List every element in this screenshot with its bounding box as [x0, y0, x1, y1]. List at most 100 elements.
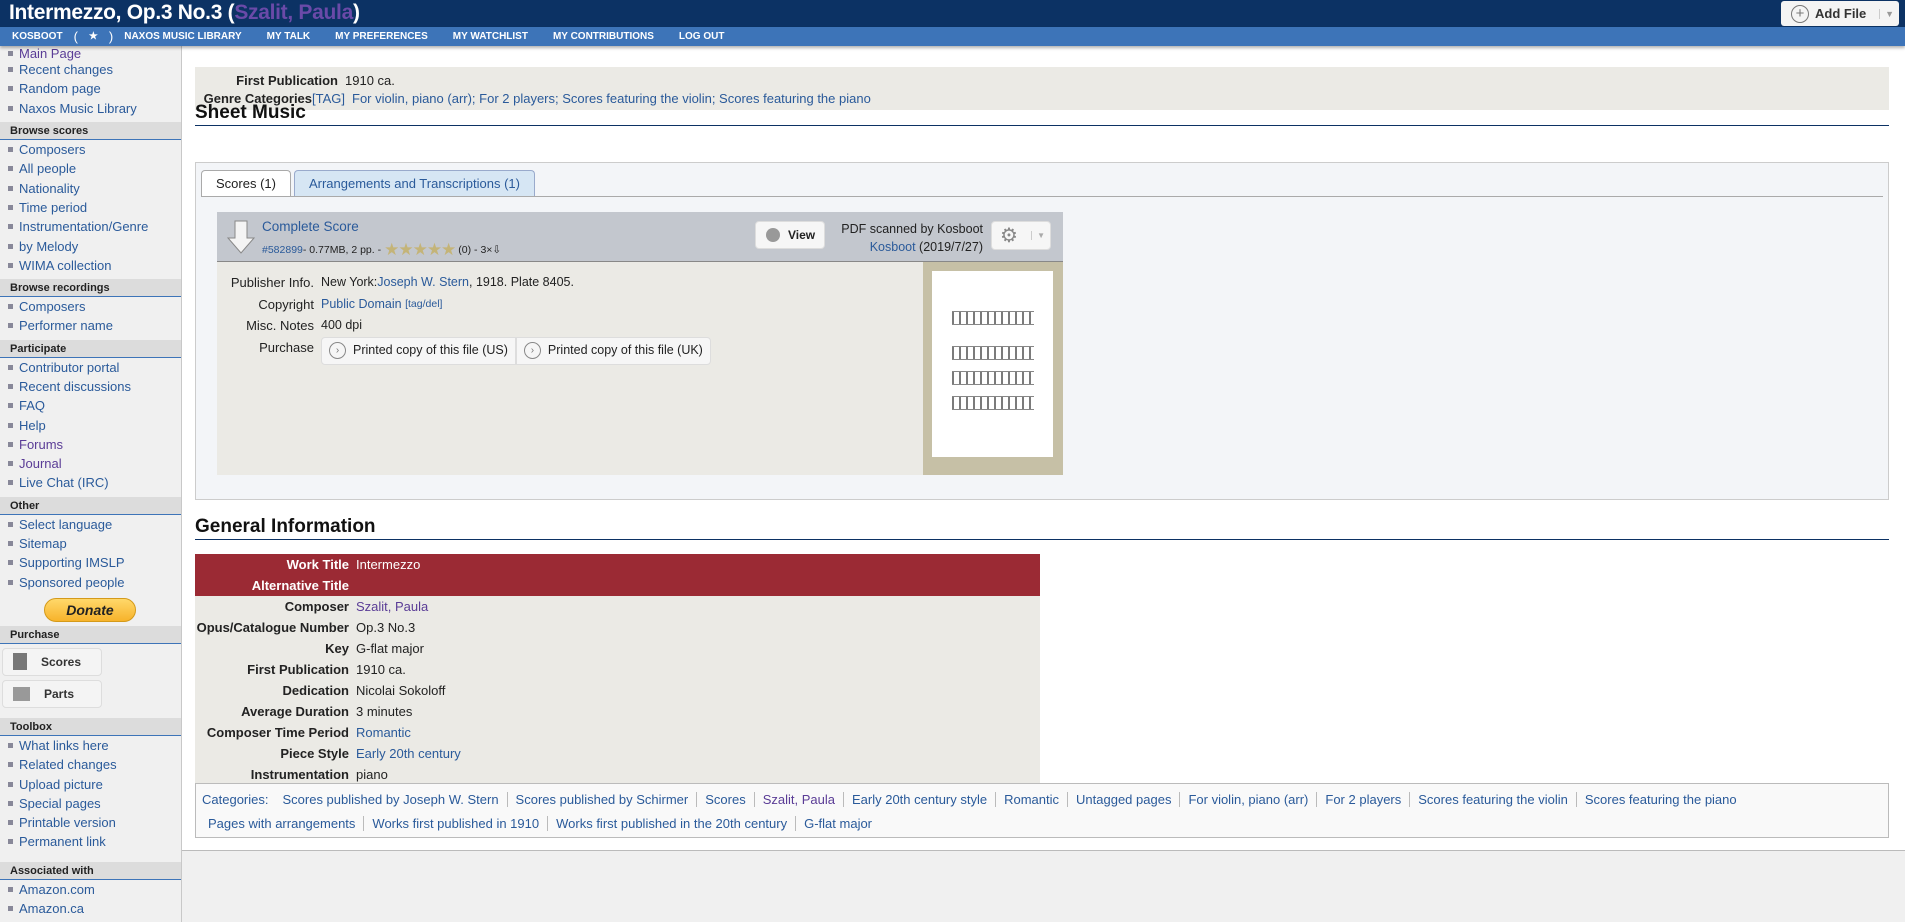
nav-log-out[interactable]: LOG OUT	[679, 31, 725, 42]
category-link[interactable]: For violin, piano (arr)	[1179, 792, 1317, 807]
sidebar-item-naxos-music-library[interactable]: Naxos Music Library	[0, 99, 181, 118]
info-value[interactable]: Early 20th century	[356, 746, 461, 761]
score-preview-image[interactable]	[932, 271, 1053, 457]
info-value[interactable]: Romantic	[356, 725, 411, 740]
sidebar-item-recent-discussions[interactable]: Recent discussions	[0, 377, 181, 396]
sidebar-item-select-language[interactable]: Select language	[0, 515, 181, 534]
sidebar-item-supporting-imslp[interactable]: Supporting IMSLP	[0, 553, 181, 572]
info-value: 1910 ca.	[356, 662, 406, 677]
scores-tab-box: Scores (1) Arrangements and Transcriptio…	[195, 162, 1889, 500]
file-id-link[interactable]: #582899	[262, 244, 303, 256]
download-arrow-icon[interactable]	[227, 220, 255, 254]
sidebar-item-sitemap[interactable]: Sitemap	[0, 534, 181, 553]
parts-icon	[13, 686, 30, 701]
tab-scores[interactable]: Scores (1)	[201, 170, 291, 196]
publisher-link[interactable]: Joseph W. Stern	[377, 272, 469, 294]
nav-my-contributions[interactable]: MY CONTRIBUTIONS	[553, 31, 654, 42]
nav-kosboot[interactable]: KOSBOOT	[12, 31, 63, 42]
sidebar-item-contributor-portal[interactable]: Contributor portal	[0, 358, 181, 377]
purchase-scores-button[interactable]: Scores	[2, 647, 102, 676]
info-label: Average Duration	[241, 704, 349, 719]
score-thumbnail[interactable]	[923, 262, 1063, 475]
nav-my-watchlist[interactable]: MY WATCHLIST	[453, 31, 528, 42]
sidebar-item-nationality[interactable]: Nationality	[0, 178, 181, 197]
sidebar-item-forums[interactable]: Forums	[0, 435, 181, 454]
general-info-table: Work Title Intermezzo Alternative Title Com…	[195, 554, 1040, 785]
settings-button[interactable]: ⚙ ▼	[991, 221, 1051, 250]
buy-uk-button[interactable]: › Printed copy of this file (UK)	[515, 336, 711, 365]
sidebar-item-composers[interactable]: Composers	[0, 297, 181, 316]
tag-del-link[interactable]: [tag/del]	[405, 294, 442, 316]
sidebar-item-time-period[interactable]: Time period	[0, 198, 181, 217]
sidebar-item-upload-picture[interactable]: Upload picture	[0, 774, 181, 793]
category-link[interactable]: Works first published in 1910	[363, 816, 548, 831]
chevron-right-icon: ›	[523, 342, 541, 359]
tab-arrangements[interactable]: Arrangements and Transcriptions (1)	[293, 170, 535, 196]
info-row: Dedication Nicolai Sokoloff	[195, 680, 1040, 701]
categories-label[interactable]: Categories:	[200, 792, 274, 807]
category-link[interactable]: Scores published by Joseph W. Stern	[274, 792, 506, 807]
sidebar-item-instrumentation-genre[interactable]: Instrumentation/Genre	[0, 217, 181, 236]
purchase-parts-button[interactable]: Parts	[2, 679, 102, 708]
sidebar-item-wima-collection[interactable]: WIMA collection	[0, 256, 181, 275]
info-row: Opus/Catalogue Number Op.3 No.3	[195, 617, 1040, 638]
composer-link[interactable]: Szalit, Paula	[234, 1, 353, 24]
category-link[interactable]: G-flat major	[795, 816, 881, 831]
info-value[interactable]: Szalit, Paula	[356, 599, 428, 614]
nav-naxos-music-library[interactable]: NAXOS MUSIC LIBRARY	[124, 31, 241, 42]
sidebar-item-performer-name[interactable]: Performer name	[0, 316, 181, 335]
category-link[interactable]: Works first published in the 20th centur…	[547, 816, 796, 831]
sidebar-item-live-chat-irc-[interactable]: Live Chat (IRC)	[0, 473, 181, 492]
chevron-right-icon: ›	[329, 342, 346, 359]
paren: )	[352, 1, 360, 24]
category-link[interactable]: Untagged pages	[1067, 792, 1180, 807]
sidebar-item-journal[interactable]: Journal	[0, 454, 181, 473]
sidebar-item-special-pages[interactable]: Special pages	[0, 794, 181, 813]
sidebar-item-recent-changes[interactable]: Recent changes	[0, 60, 181, 79]
rating-stars[interactable]: ★★★★★	[384, 240, 456, 260]
info-label: Dedication	[282, 683, 349, 698]
sidebar-item-related-changes[interactable]: Related changes	[0, 755, 181, 774]
nav-my-talk[interactable]: MY TALK	[267, 31, 311, 42]
sidebar-item-random-page[interactable]: Random page	[0, 79, 181, 98]
info-label: Key	[325, 641, 349, 656]
sidebar-item-amazon-ca[interactable]: Amazon.ca	[0, 899, 181, 918]
chevron-down-icon[interactable]: ▼	[1879, 8, 1899, 19]
watchlist-star-icon[interactable]: ★	[89, 31, 98, 42]
sidebar-item-sponsored-people[interactable]: Sponsored people	[0, 573, 181, 592]
copyright-link[interactable]: Public Domain	[321, 294, 402, 316]
category-link[interactable]: Early 20th century style	[842, 792, 996, 807]
category-link[interactable]: Scores featuring the piano	[1575, 792, 1745, 807]
info-value: Op.3 No.3	[356, 620, 416, 635]
chevron-down-icon: ▼	[1031, 231, 1050, 240]
sidebar-section-heading: Purchase	[0, 625, 181, 644]
info-row: Average Duration 3 minutes	[195, 701, 1040, 722]
category-link[interactable]: Scores	[696, 792, 754, 807]
sidebar-item-composers[interactable]: Composers	[0, 140, 181, 159]
sidebar-item-help[interactable]: Help	[0, 415, 181, 434]
upload-date: (2019/7/27)	[915, 240, 983, 254]
category-link[interactable]: For 2 players	[1316, 792, 1410, 807]
complete-score-link[interactable]: Complete Score	[262, 219, 359, 234]
sidebar-item-faq[interactable]: FAQ	[0, 396, 181, 415]
sidebar-item-permanent-link[interactable]: Permanent link	[0, 832, 181, 851]
sheet-music-heading: Sheet Music	[195, 102, 1889, 126]
add-file-button[interactable]: + Add File ▼	[1781, 1, 1899, 26]
nav-my-preferences[interactable]: MY PREFERENCES	[335, 31, 428, 42]
donate-button[interactable]: Donate	[44, 597, 136, 622]
category-link[interactable]: Szalit, Paula	[753, 792, 843, 807]
add-file-label: Add File	[1815, 6, 1867, 21]
sidebar-item-amazon-com[interactable]: Amazon.com	[0, 880, 181, 899]
category-link[interactable]: Romantic	[995, 792, 1068, 807]
sidebar-item-main-page[interactable]: Main Page	[0, 46, 181, 61]
uploader-link[interactable]: Kosboot	[870, 240, 916, 254]
view-button[interactable]: View	[755, 221, 825, 249]
category-link[interactable]: Scores published by Schirmer	[506, 792, 697, 807]
category-link[interactable]: Pages with arrangements	[200, 816, 363, 831]
category-link[interactable]: Scores featuring the violin	[1409, 792, 1576, 807]
buy-us-button[interactable]: › Printed copy of this file (US)	[321, 336, 516, 365]
sidebar-item-all-people[interactable]: All people	[0, 159, 181, 178]
sidebar-item-what-links-here[interactable]: What links here	[0, 736, 181, 755]
sidebar-item-printable-version[interactable]: Printable version	[0, 813, 181, 832]
sidebar-item-by-melody[interactable]: by Melody	[0, 236, 181, 255]
